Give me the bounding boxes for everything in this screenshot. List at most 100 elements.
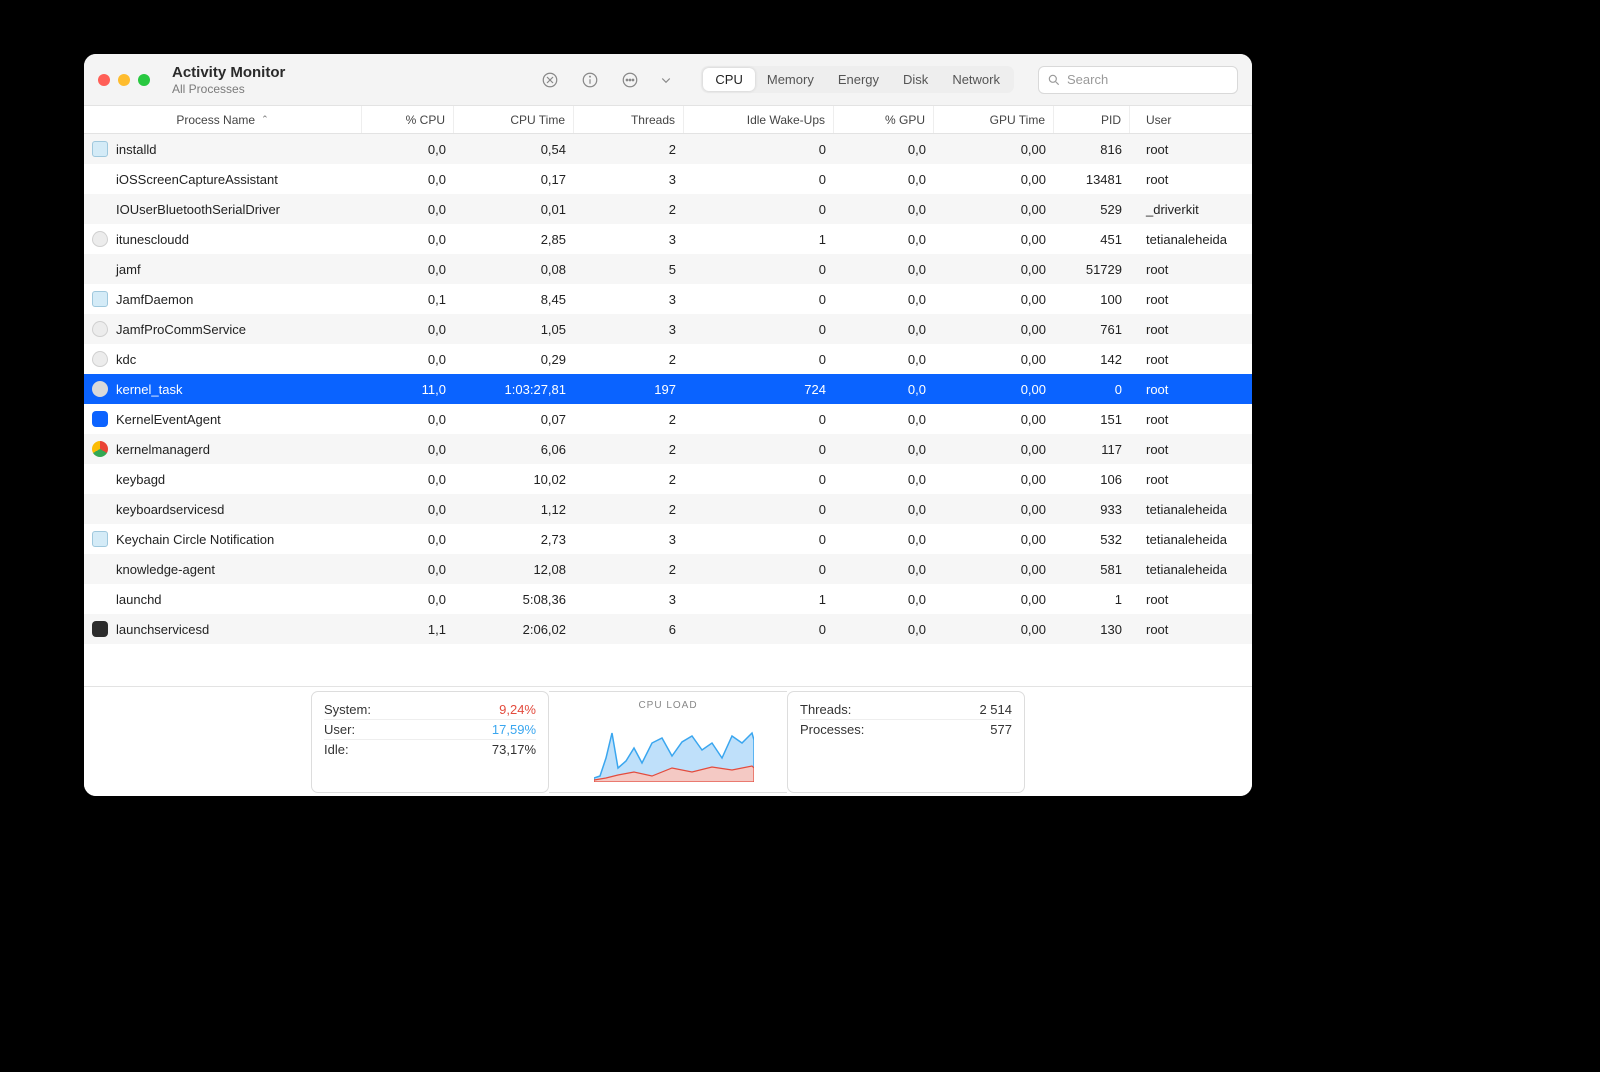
cell-idle: 0 <box>684 284 834 314</box>
cell-cpu: 0,0 <box>362 554 454 584</box>
table-row[interactable]: launchservicesd1,12:06,02600,00,00130roo… <box>84 614 1252 644</box>
table-row[interactable]: installd0,00,54200,00,00816root <box>84 134 1252 164</box>
tab-memory[interactable]: Memory <box>755 68 826 91</box>
chevron-down-icon[interactable] <box>653 67 679 93</box>
cell-gpu: 0,0 <box>834 134 934 164</box>
cell-time: 8,45 <box>454 284 574 314</box>
search-field[interactable]: Search <box>1038 66 1238 94</box>
table-row[interactable]: itunescloudd0,02,85310,00,00451tetianale… <box>84 224 1252 254</box>
cell-pid: 816 <box>1054 134 1130 164</box>
process-icon <box>92 321 108 337</box>
cell-time: 2:06,02 <box>454 614 574 644</box>
cell-gput: 0,00 <box>934 614 1054 644</box>
stop-process-button[interactable] <box>537 67 563 93</box>
col-user[interactable]: User <box>1130 106 1252 133</box>
tab-energy[interactable]: Energy <box>826 68 891 91</box>
tab-network[interactable]: Network <box>940 68 1012 91</box>
zoom-button[interactable] <box>138 74 150 86</box>
cell-cpu: 0,0 <box>362 584 454 614</box>
idle-value: 73,17% <box>492 742 536 757</box>
cell-user: root <box>1130 434 1252 464</box>
cpu-stats-panel: System:9,24% User:17,59% Idle:73,17% <box>311 691 549 793</box>
table-row[interactable]: IOUserBluetoothSerialDriver0,00,01200,00… <box>84 194 1252 224</box>
process-icon <box>92 351 108 367</box>
col-cpu-time[interactable]: CPU Time <box>454 106 574 133</box>
cell-idle: 0 <box>684 314 834 344</box>
cell-threads: 197 <box>574 374 684 404</box>
cell-cpu: 0,0 <box>362 434 454 464</box>
cell-gpu: 0,0 <box>834 494 934 524</box>
table-row[interactable]: JamfProCommService0,01,05300,00,00761roo… <box>84 314 1252 344</box>
process-name: launchd <box>116 592 162 607</box>
col-threads[interactable]: Threads <box>574 106 684 133</box>
process-name: kernelmanagerd <box>116 442 210 457</box>
cell-user: root <box>1130 284 1252 314</box>
cell-user: root <box>1130 254 1252 284</box>
cell-threads: 2 <box>574 194 684 224</box>
cell-time: 6,06 <box>454 434 574 464</box>
cell-time: 0,17 <box>454 164 574 194</box>
cell-time: 5:08,36 <box>454 584 574 614</box>
cell-gpu: 0,0 <box>834 524 934 554</box>
cell-gput: 0,00 <box>934 554 1054 584</box>
cpu-sparkline <box>594 728 754 782</box>
table-row[interactable]: keyboardservicesd0,01,12200,00,00933teti… <box>84 494 1252 524</box>
process-icon <box>92 171 108 187</box>
table-header: Process Name⌃ % CPU CPU Time Threads Idl… <box>84 106 1252 134</box>
col-gpu[interactable]: % GPU <box>834 106 934 133</box>
system-value: 9,24% <box>499 702 536 717</box>
close-button[interactable] <box>98 74 110 86</box>
table-row[interactable]: kdc0,00,29200,00,00142root <box>84 344 1252 374</box>
col-gpu-time[interactable]: GPU Time <box>934 106 1054 133</box>
table-row[interactable]: KernelEventAgent0,00,07200,00,00151root <box>84 404 1252 434</box>
cell-cpu: 0,0 <box>362 494 454 524</box>
cell-time: 0,01 <box>454 194 574 224</box>
cell-time: 0,54 <box>454 134 574 164</box>
cell-user: root <box>1130 374 1252 404</box>
table-row[interactable]: kernelmanagerd0,06,06200,00,00117root <box>84 434 1252 464</box>
cell-time: 0,08 <box>454 254 574 284</box>
info-button[interactable] <box>577 67 603 93</box>
col-process-name[interactable]: Process Name⌃ <box>84 106 362 133</box>
cell-user: tetianaleheida <box>1130 554 1252 584</box>
cell-gpu: 0,0 <box>834 584 934 614</box>
cell-pid: 532 <box>1054 524 1130 554</box>
process-name: knowledge-agent <box>116 562 215 577</box>
table-row[interactable]: launchd0,05:08,36310,00,001root <box>84 584 1252 614</box>
cell-gpu: 0,0 <box>834 164 934 194</box>
process-name: Keychain Circle Notification <box>116 532 274 547</box>
col-idle[interactable]: Idle Wake-Ups <box>684 106 834 133</box>
minimize-button[interactable] <box>118 74 130 86</box>
cell-cpu: 0,0 <box>362 134 454 164</box>
more-button[interactable] <box>617 67 643 93</box>
counts-panel: Threads:2 514 Processes:577 <box>787 691 1025 793</box>
cell-gpu: 0,0 <box>834 284 934 314</box>
cell-cpu: 0,0 <box>362 254 454 284</box>
table-row[interactable]: jamf0,00,08500,00,0051729root <box>84 254 1252 284</box>
col-pid[interactable]: PID <box>1054 106 1130 133</box>
cell-gput: 0,00 <box>934 224 1054 254</box>
cell-idle: 0 <box>684 524 834 554</box>
process-name: JamfProCommService <box>116 322 246 337</box>
table-row[interactable]: knowledge-agent0,012,08200,00,00581tetia… <box>84 554 1252 584</box>
cell-gput: 0,00 <box>934 194 1054 224</box>
cell-gput: 0,00 <box>934 524 1054 554</box>
cell-gput: 0,00 <box>934 494 1054 524</box>
cell-pid: 13481 <box>1054 164 1130 194</box>
process-icon <box>92 231 108 247</box>
search-placeholder: Search <box>1067 72 1108 87</box>
col-cpu[interactable]: % CPU <box>362 106 454 133</box>
cell-idle: 0 <box>684 134 834 164</box>
process-name: itunescloudd <box>116 232 189 247</box>
tab-disk[interactable]: Disk <box>891 68 940 91</box>
process-icon <box>92 261 108 277</box>
table-row[interactable]: iOSScreenCaptureAssistant0,00,17300,00,0… <box>84 164 1252 194</box>
tab-cpu[interactable]: CPU <box>703 68 754 91</box>
cell-time: 1,05 <box>454 314 574 344</box>
table-row[interactable]: Keychain Circle Notification0,02,73300,0… <box>84 524 1252 554</box>
cpu-load-graph: CPU LOAD <box>549 691 787 793</box>
table-row[interactable]: keybagd0,010,02200,00,00106root <box>84 464 1252 494</box>
cell-cpu: 11,0 <box>362 374 454 404</box>
table-row[interactable]: kernel_task11,01:03:27,811977240,00,000r… <box>84 374 1252 404</box>
table-row[interactable]: JamfDaemon0,18,45300,00,00100root <box>84 284 1252 314</box>
